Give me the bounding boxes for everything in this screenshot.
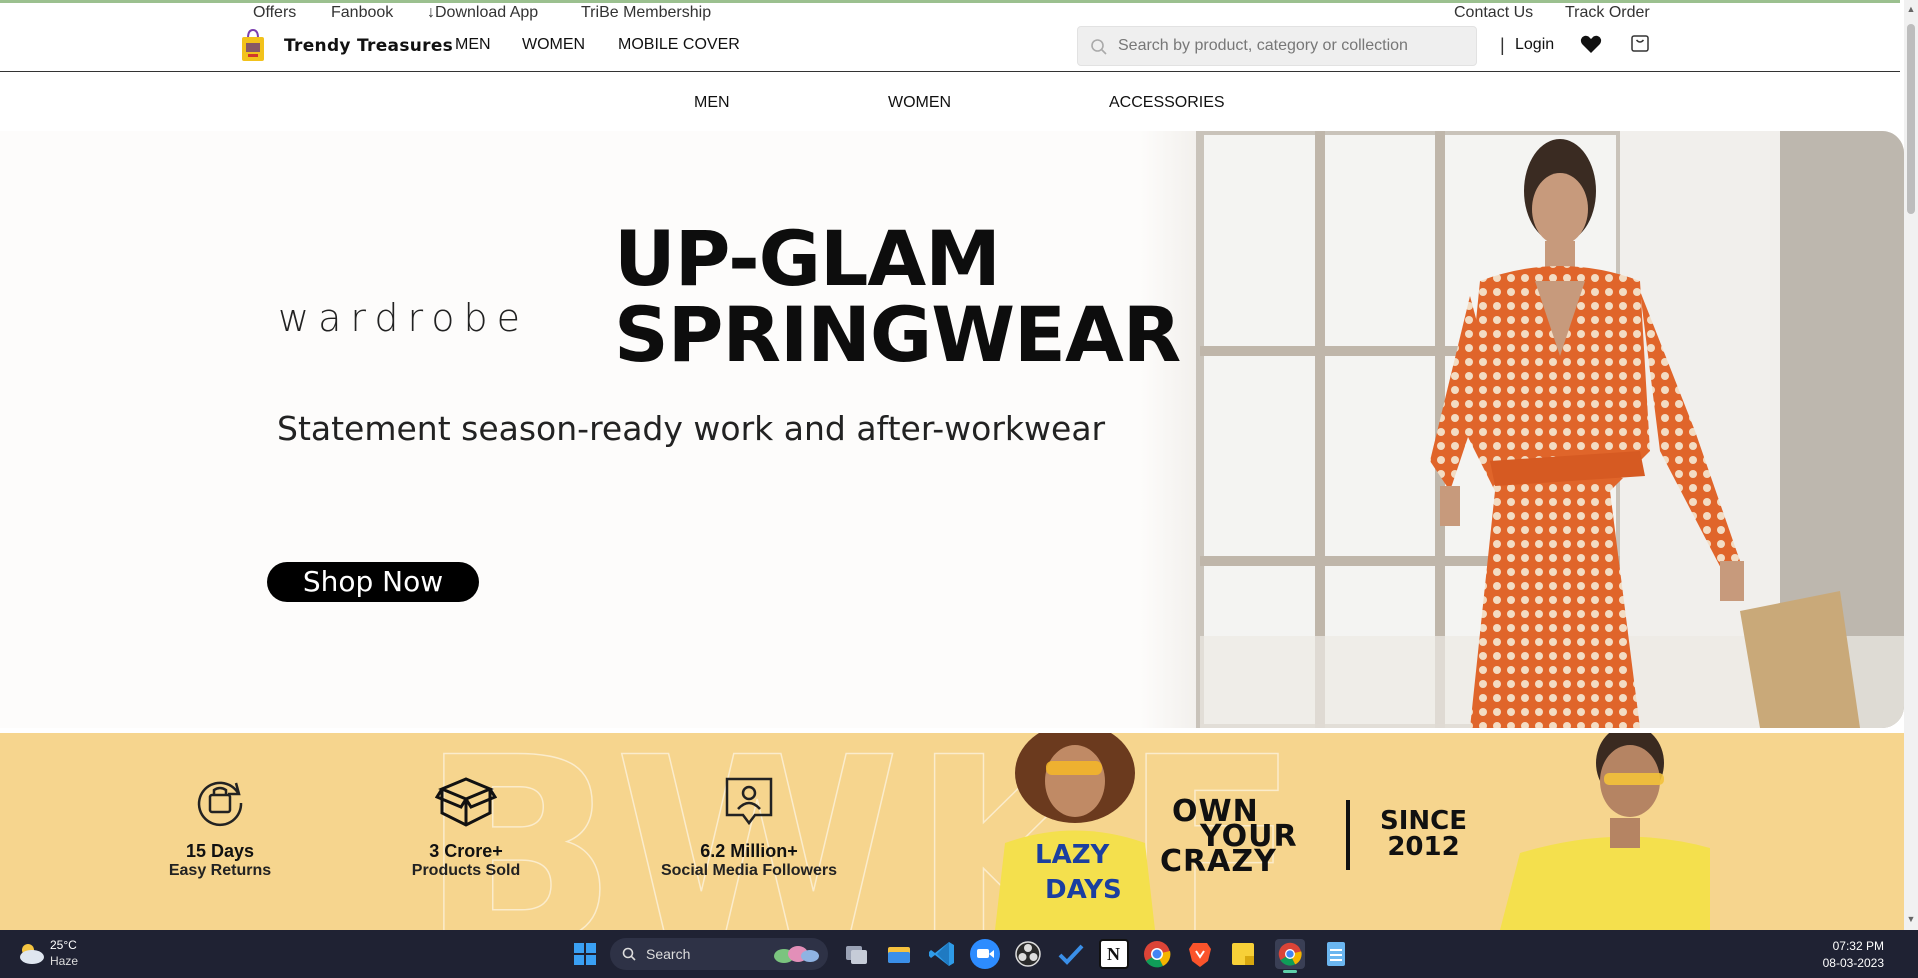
- band-model-right-image: [1500, 733, 1710, 930]
- page: Offers Fanbook ↓Download App TriBe Membe…: [0, 0, 1918, 978]
- scroll-down-icon[interactable]: ▼: [1906, 914, 1916, 924]
- heart-icon[interactable]: [1579, 32, 1603, 56]
- scroll-up-icon[interactable]: ▲: [1906, 4, 1916, 14]
- task-view-icon[interactable]: [841, 939, 871, 969]
- category-nav: MEN WOMEN ACCESSORIES: [0, 73, 1900, 131]
- weather-widget[interactable]: 25°C Haze: [16, 938, 96, 970]
- taskbar-search-label: Search: [646, 946, 691, 962]
- since-year: 2012: [1387, 832, 1460, 862]
- main-header: Trendy Treasures MEN WOMEN MOBILE COVER …: [0, 22, 1900, 72]
- weather-desc: Haze: [50, 954, 79, 968]
- chrome-icon[interactable]: [1142, 939, 1172, 969]
- stat-returns-number: 15 Days: [185, 841, 255, 861]
- stat-returns: 15 Days Easy Returns: [160, 773, 280, 880]
- category-women[interactable]: WOMEN: [888, 94, 951, 112]
- stat-followers-label: Social Media Followers: [660, 862, 838, 879]
- slogan: OWN YOUR CRAZY: [1160, 797, 1298, 879]
- stat-products: 3 Crore+ Products Sold: [396, 773, 536, 880]
- stat-followers: 6.2 Million+ Social Media Followers: [644, 773, 854, 880]
- header-nav-mobile-cover[interactable]: MOBILE COVER: [618, 36, 740, 54]
- slogan-divider: [1346, 800, 1350, 870]
- brand-name[interactable]: Trendy Treasures: [284, 36, 453, 56]
- category-accessories[interactable]: ACCESSORIES: [1109, 94, 1225, 112]
- windows-taskbar: 25°C Haze Search N 07:32 PM 08-03-2023: [0, 930, 1918, 978]
- category-men[interactable]: MEN: [694, 94, 730, 112]
- hero-headline: UP-GLAM SPRINGWEAR: [614, 214, 1181, 379]
- file-explorer-icon[interactable]: [884, 939, 914, 969]
- shop-now-button[interactable]: Shop Now: [267, 562, 479, 602]
- search-box[interactable]: [1077, 26, 1477, 66]
- stat-followers-number: 6.2 Million+: [700, 841, 798, 861]
- logo-bag-icon[interactable]: [240, 28, 266, 62]
- hero-headline-line2: SPRINGWEAR: [614, 290, 1181, 379]
- top-utility-bar: Offers Fanbook ↓Download App TriBe Membe…: [0, 0, 1900, 22]
- sticky-notes-icon[interactable]: [1228, 939, 1258, 969]
- zoom-icon[interactable]: [970, 939, 1000, 969]
- followers-icon: [725, 777, 773, 826]
- chrome-active-logo-icon: [1278, 942, 1302, 966]
- hero-headline-line1: UP-GLAM: [614, 214, 1001, 303]
- stat-products-number: 3 Crore+: [429, 841, 503, 861]
- download-app-link[interactable]: ↓Download App: [427, 4, 538, 22]
- todo-icon[interactable]: [1056, 939, 1086, 969]
- windows-start-icon[interactable]: [570, 939, 600, 969]
- taskbar-search[interactable]: Search: [610, 938, 828, 970]
- slogan-line3: CRAZY: [1160, 844, 1277, 879]
- offers-link[interactable]: Offers: [253, 4, 296, 22]
- taskbar-search-icon: [622, 947, 636, 961]
- vscode-icon[interactable]: [927, 939, 957, 969]
- clock-time: 07:32 PM: [1832, 939, 1884, 953]
- weather-temp: 25°C: [50, 938, 77, 952]
- since-label: SINCE: [1380, 806, 1468, 836]
- header-separator: |: [1500, 35, 1505, 55]
- vertical-scrollbar[interactable]: ▲ ▼: [1904, 0, 1918, 930]
- cloud-sun-icon: [20, 944, 44, 964]
- notion-icon[interactable]: N: [1099, 939, 1129, 969]
- stat-products-label: Products Sold: [411, 862, 521, 879]
- stats-band: BWKF 15 Days Easy Returns 3 Crore+ Produ…: [0, 733, 1904, 930]
- taskbar-clock[interactable]: 07:32 PM 08-03-2023: [1823, 938, 1884, 972]
- fanbook-link[interactable]: Fanbook: [331, 4, 393, 22]
- obs-icon[interactable]: [1013, 939, 1043, 969]
- hero-brand-word: wardrobe: [278, 296, 529, 340]
- search-input[interactable]: [1118, 27, 1468, 65]
- search-icon: [1091, 39, 1107, 55]
- shopping-bag-icon[interactable]: [1630, 32, 1650, 54]
- clock-date: 08-03-2023: [1822, 956, 1884, 970]
- band-model-left-image: LAZY DAYS: [995, 733, 1155, 930]
- tshirt-print-line1: LAZY: [1035, 840, 1111, 870]
- hero-model-image: [1140, 131, 1904, 728]
- scrollbar-thumb[interactable]: [1907, 24, 1915, 214]
- tribe-membership-link[interactable]: TriBe Membership: [581, 4, 711, 22]
- header-nav-women[interactable]: WOMEN: [522, 36, 585, 54]
- brave-icon[interactable]: [1185, 939, 1215, 969]
- notepad-icon[interactable]: [1321, 939, 1351, 969]
- header-nav-men[interactable]: MEN: [455, 36, 491, 54]
- chrome-active-icon[interactable]: [1275, 939, 1305, 973]
- returns-icon: [197, 781, 243, 827]
- tshirt-print-line2: DAYS: [1045, 875, 1122, 905]
- hero-subline: Statement season-ready work and after-wo…: [277, 409, 1106, 448]
- stat-returns-label: Easy Returns: [168, 862, 272, 879]
- hero-banner[interactable]: wardrobe UP-GLAM SPRINGWEAR Statement se…: [0, 131, 1904, 728]
- login-link[interactable]: Login: [1515, 36, 1554, 54]
- contact-us-link[interactable]: Contact Us: [1454, 4, 1533, 22]
- box-icon: [435, 777, 497, 827]
- track-order-link[interactable]: Track Order: [1565, 4, 1650, 22]
- since-badge: SINCE 2012: [1380, 808, 1467, 860]
- search-highlight-icon: [774, 946, 819, 963]
